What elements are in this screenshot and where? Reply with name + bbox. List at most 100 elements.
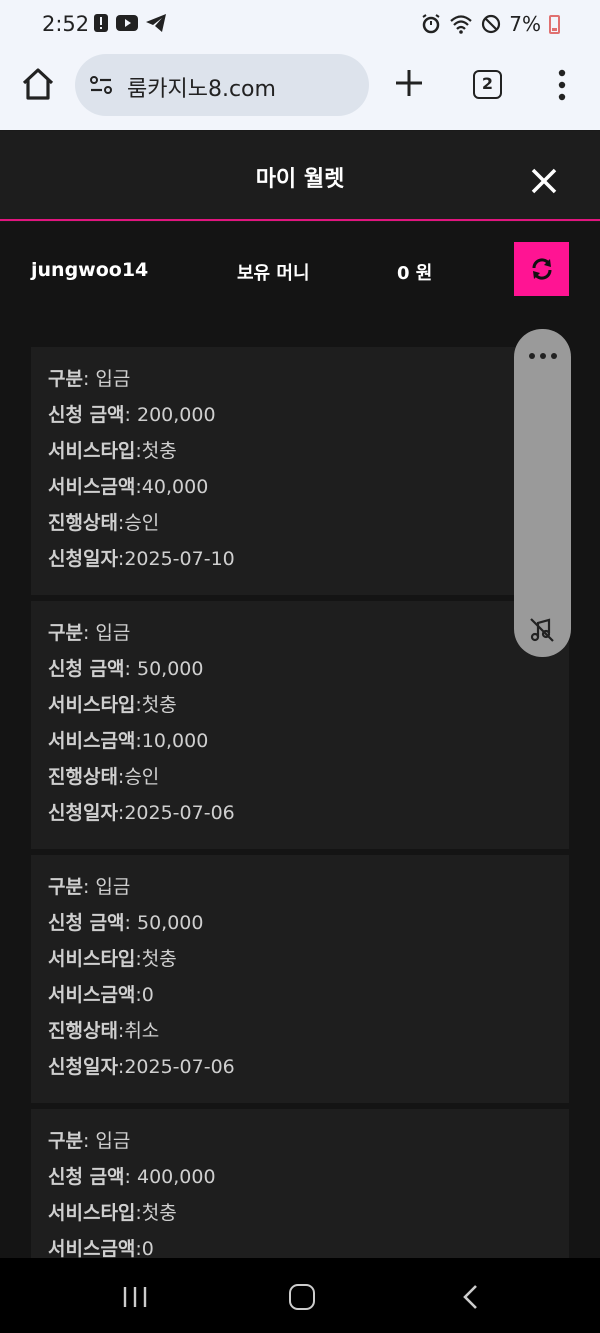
date-row: 신청일자:2025-07-10 <box>48 545 569 581</box>
status-label: 진행상태 <box>48 1020 118 1042</box>
refresh-icon <box>531 258 552 280</box>
transaction-card: 구분: 입금 신청 금액: 50,000 서비스타입:첫충 서비스금액:10,0… <box>31 601 569 849</box>
service-amount-label: 서비스금액 <box>48 476 136 498</box>
status-row: 진행상태:승인 <box>48 763 569 799</box>
amount-label: 신청 금액 <box>48 1166 125 1188</box>
status-label: 진행상태 <box>48 512 118 534</box>
service-type-row: 서비스타입:첫충 <box>48 945 569 981</box>
browser-toolbar: 룸카지노8.com 2 <box>0 50 600 130</box>
address-bar[interactable]: 룸카지노8.com <box>75 54 369 116</box>
recent-apps-icon[interactable] <box>122 1286 148 1308</box>
telegram-icon <box>146 14 166 32</box>
amount-value: : 50,000 <box>124 912 204 934</box>
service-amount-value: :0 <box>135 1238 154 1258</box>
service-type-label: 서비스타입 <box>48 440 136 462</box>
status-left-icons <box>94 14 166 32</box>
date-value: :2025-07-06 <box>117 802 235 824</box>
amount-value: : 400,000 <box>124 1166 216 1188</box>
amount-value: : 200,000 <box>124 404 216 426</box>
type-label: 구분 <box>48 1130 83 1152</box>
status-value: :승인 <box>117 766 160 788</box>
service-type-value: :첫충 <box>135 948 177 970</box>
service-amount-label: 서비스금액 <box>48 984 136 1006</box>
service-amount-value: :0 <box>135 984 154 1006</box>
username: jungwoo14 <box>31 259 149 281</box>
date-value: :2025-07-06 <box>117 1056 235 1078</box>
transaction-list[interactable]: 구분: 입금 신청 금액: 200,000 서비스타입:첫충 서비스금액:40,… <box>0 312 600 1258</box>
new-tab-icon[interactable] <box>392 66 426 100</box>
transaction-card: 구분: 입금 신청 금액: 50,000 서비스타입:첫충 서비스금액:0 진행… <box>31 855 569 1103</box>
service-amount-row: 서비스금액:10,000 <box>48 727 569 763</box>
type-row: 구분: 입금 <box>48 1127 569 1163</box>
service-type-row: 서비스타입:첫충 <box>48 1199 569 1235</box>
type-value: : 입금 <box>82 368 131 390</box>
transaction-card: 구분: 입금 신청 금액: 200,000 서비스타입:첫충 서비스금액:40,… <box>31 347 569 595</box>
service-type-row: 서비스타입:첫충 <box>48 437 569 473</box>
status-row: 진행상태:승인 <box>48 509 569 545</box>
user-balance-row: jungwoo14 보유 머니 0 원 <box>0 222 600 312</box>
service-amount-value: :40,000 <box>135 476 209 498</box>
service-amount-label: 서비스금액 <box>48 1238 136 1258</box>
balance-label: 보유 머니 <box>237 263 310 284</box>
amount-label: 신청 금액 <box>48 912 125 934</box>
battery-percent: 7% <box>509 12 541 36</box>
floating-panel[interactable] <box>514 329 571 657</box>
type-row: 구분: 입금 <box>48 365 569 401</box>
page-title: 마이 월렛 <box>255 167 345 192</box>
type-value: : 입금 <box>82 1130 131 1152</box>
service-type-row: 서비스타입:첫충 <box>48 691 569 727</box>
amount-row: 신청 금액: 400,000 <box>48 1163 569 1199</box>
youtube-icon <box>116 15 138 31</box>
service-amount-row: 서비스금액:40,000 <box>48 473 569 509</box>
type-value: : 입금 <box>82 876 131 898</box>
service-amount-label: 서비스금액 <box>48 730 136 752</box>
battery-icon <box>549 14 560 34</box>
service-type-label: 서비스타입 <box>48 694 136 716</box>
status-row: 진행상태:취소 <box>48 1017 569 1053</box>
status-time: 2:52 <box>42 12 90 36</box>
date-label: 신청일자 <box>48 802 118 824</box>
do-not-disturb-icon <box>482 14 501 34</box>
site-settings-icon[interactable] <box>89 74 113 96</box>
status-value: :취소 <box>117 1020 160 1042</box>
mute-icon[interactable] <box>529 617 555 643</box>
balance-value: 0 원 <box>397 263 433 284</box>
home-nav-icon[interactable] <box>289 1284 315 1310</box>
type-label: 구분 <box>48 622 83 644</box>
refresh-button[interactable] <box>514 242 569 296</box>
more-icon[interactable] <box>527 351 559 361</box>
more-options-icon[interactable] <box>552 68 572 102</box>
wifi-icon <box>450 15 473 34</box>
url-text[interactable]: 룸카지노8.com <box>127 71 276 103</box>
transaction-card: 구분: 입금 신청 금액: 400,000 서비스타입:첫충 서비스금액:0 <box>31 1109 569 1258</box>
status-right-icons: 7% <box>421 12 560 36</box>
amount-value: : 50,000 <box>124 658 204 680</box>
date-row: 신청일자:2025-07-06 <box>48 799 569 835</box>
status-label: 진행상태 <box>48 766 118 788</box>
service-type-value: :첫충 <box>135 694 177 716</box>
service-type-label: 서비스타입 <box>48 1202 136 1224</box>
date-label: 신청일자 <box>48 548 118 570</box>
type-row: 구분: 입금 <box>48 873 569 909</box>
service-type-label: 서비스타입 <box>48 948 136 970</box>
amount-row: 신청 금액: 50,000 <box>48 655 569 691</box>
close-icon[interactable] <box>530 167 558 195</box>
home-icon[interactable] <box>20 66 56 102</box>
amount-row: 신청 금액: 50,000 <box>48 909 569 945</box>
system-nav-bar <box>0 1258 600 1333</box>
type-row: 구분: 입금 <box>48 619 569 655</box>
date-value: :2025-07-10 <box>117 548 235 570</box>
wallet-header: 마이 월렛 <box>0 131 600 221</box>
status-value: :승인 <box>117 512 160 534</box>
amount-label: 신청 금액 <box>48 658 125 680</box>
service-amount-row: 서비스금액:0 <box>48 981 569 1017</box>
status-bar: 2:52 7% <box>0 0 600 50</box>
back-icon[interactable] <box>462 1284 478 1310</box>
service-amount-value: :10,000 <box>135 730 209 752</box>
date-label: 신청일자 <box>48 1056 118 1078</box>
type-value: : 입금 <box>82 622 131 644</box>
tab-switcher-button[interactable]: 2 <box>473 70 502 99</box>
amount-row: 신청 금액: 200,000 <box>48 401 569 437</box>
service-type-value: :첫충 <box>135 1202 177 1224</box>
date-row: 신청일자:2025-07-06 <box>48 1053 569 1089</box>
